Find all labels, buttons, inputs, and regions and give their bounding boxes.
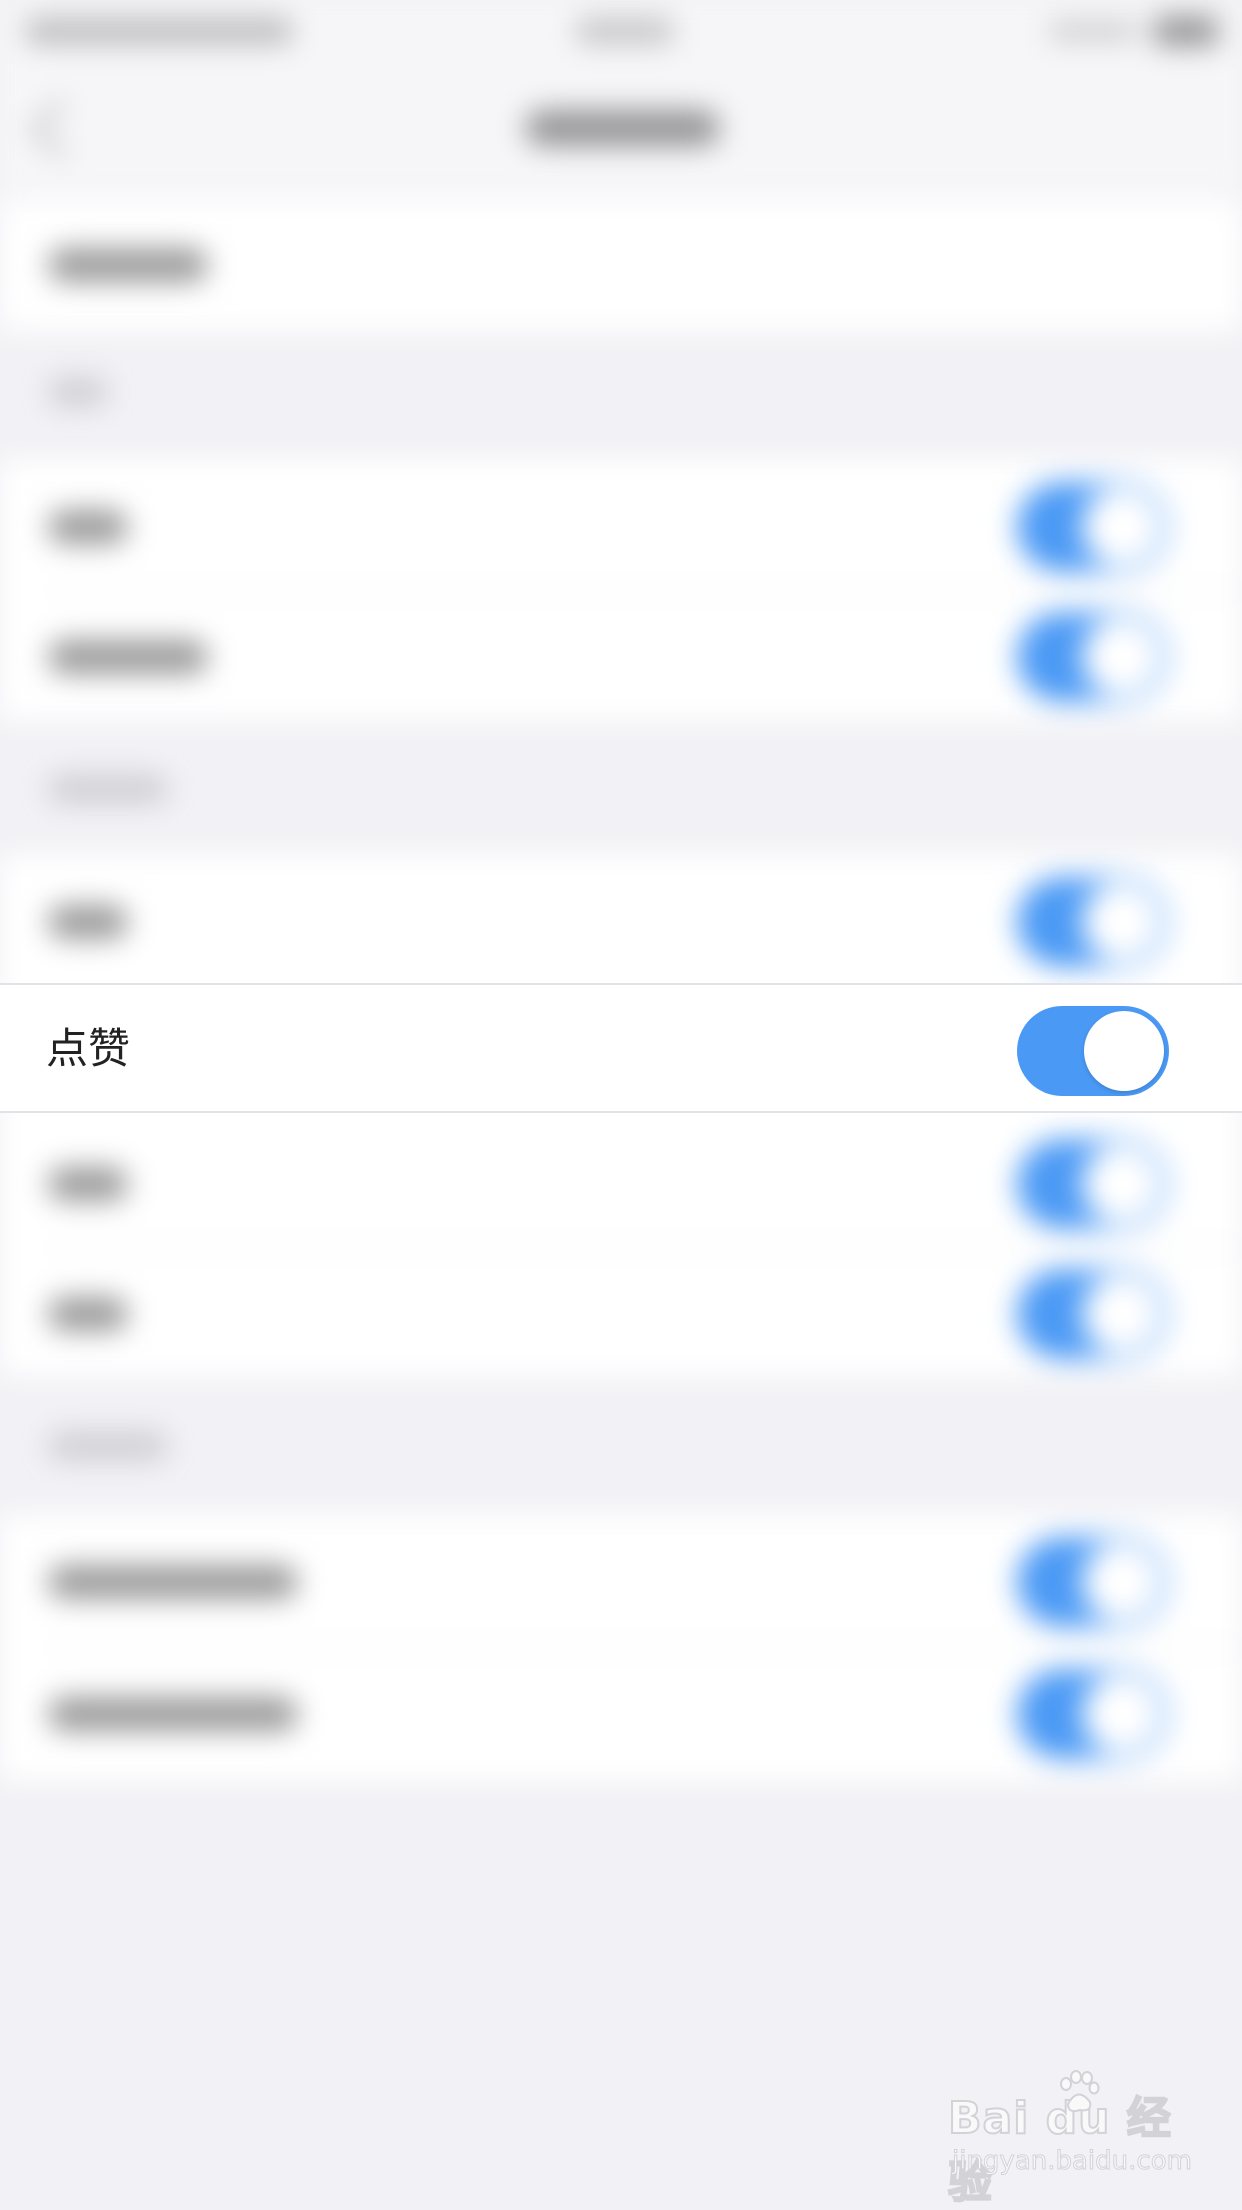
baidu-jingyan-watermark: Bai du 经验 jingyan.baidu.com [947, 2068, 1192, 2209]
status-carrier [24, 18, 294, 44]
row-label [48, 1565, 298, 1599]
row-label [48, 248, 208, 282]
settings-card-2 [0, 855, 1242, 1375]
status-time [575, 18, 675, 44]
row-label [48, 640, 208, 674]
top-card [0, 200, 1242, 330]
settings-row[interactable] [0, 200, 1242, 330]
like-toggle-switch[interactable] [1017, 1006, 1169, 1096]
page-title [525, 110, 720, 146]
section-header [48, 775, 168, 803]
settings-row[interactable] [0, 1515, 1242, 1645]
settings-row[interactable] [0, 1647, 1242, 1777]
section-header [48, 1432, 168, 1460]
toggle-knob [1084, 1011, 1164, 1091]
battery-icon [1154, 16, 1218, 46]
status-bar [0, 0, 1242, 60]
settings-row[interactable] [0, 855, 1242, 985]
row-label [48, 1297, 128, 1331]
row-label [48, 510, 128, 544]
screen: 点赞 Bai du 经验 jingyan.baidu.com [0, 0, 1242, 2209]
like-setting-label: 点赞 [46, 1024, 131, 1073]
settings-row[interactable] [0, 590, 1242, 720]
toggle-switch[interactable] [1017, 1269, 1167, 1359]
toggle-switch[interactable] [1017, 1669, 1167, 1759]
settings-card-1 [0, 460, 1242, 720]
settings-row[interactable] [0, 460, 1242, 590]
like-setting-row[interactable]: 点赞 [0, 983, 1242, 1113]
paw-icon [1060, 2070, 1100, 2113]
settings-card-3 [0, 1515, 1242, 1780]
watermark-url: jingyan.baidu.com [952, 2146, 1193, 2177]
nav-bar [0, 60, 1242, 190]
section-header [48, 378, 108, 406]
toggle-switch[interactable] [1017, 877, 1167, 967]
signal-icon [1048, 22, 1138, 40]
row-label [48, 1167, 128, 1201]
status-icons [1038, 14, 1218, 48]
row-label [48, 1697, 298, 1731]
toggle-switch[interactable] [1017, 1139, 1167, 1229]
settings-row[interactable] [0, 1117, 1242, 1247]
toggle-switch[interactable] [1017, 1537, 1167, 1627]
toggle-switch[interactable] [1017, 612, 1167, 702]
row-label [48, 905, 128, 939]
toggle-switch[interactable] [1017, 482, 1167, 572]
back-icon[interactable] [31, 99, 91, 159]
settings-row[interactable] [0, 1247, 1242, 1377]
